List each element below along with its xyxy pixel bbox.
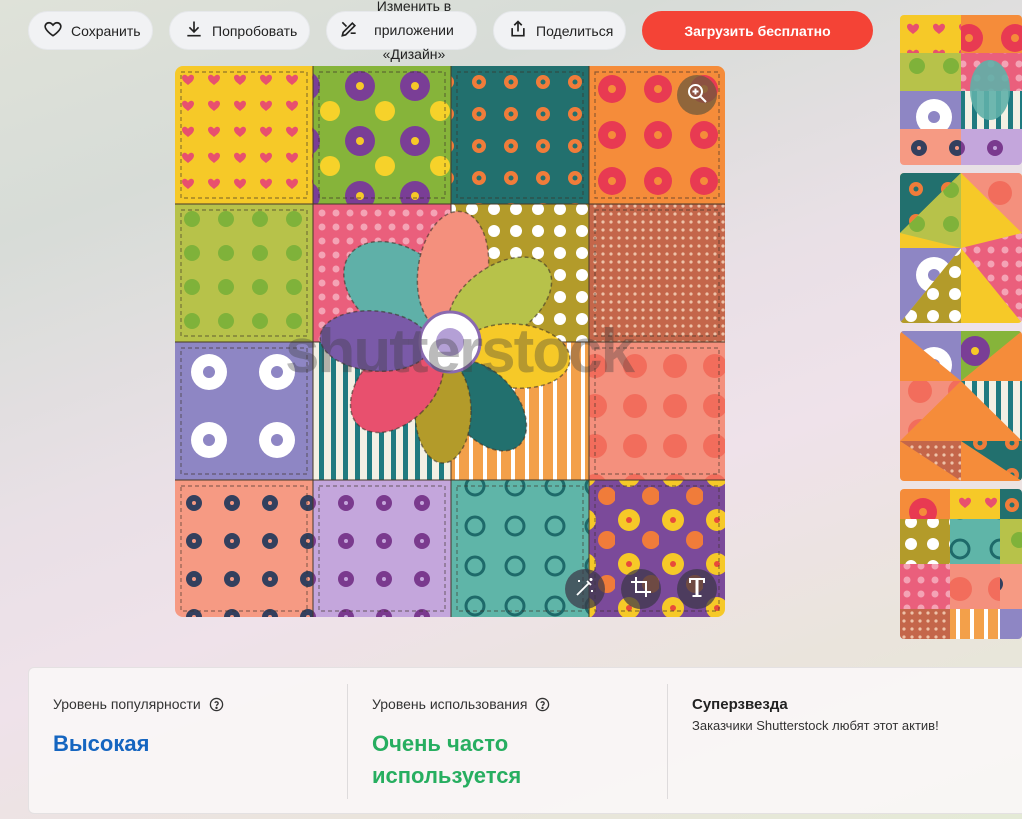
stat-divider [347, 684, 348, 799]
share-icon [508, 19, 528, 42]
download-free-label: Загрузить бесплатно [684, 22, 831, 39]
share-button[interactable]: Поделиться [493, 11, 626, 50]
action-toolbar: Сохранить Попробовать Изменить в приложе… [0, 0, 880, 62]
save-button[interactable]: Сохранить [28, 11, 153, 50]
question-circle-icon[interactable] [535, 697, 550, 712]
zoom-in-icon [685, 81, 709, 110]
superstar-description: Заказчики Shutterstock любят этот актив! [692, 718, 939, 733]
try-button[interactable]: Попробовать [169, 11, 310, 50]
question-circle-icon[interactable] [209, 697, 224, 712]
popularity-label-row: Уровень популярности [53, 696, 224, 712]
patchwork-quilt-image [175, 66, 725, 617]
text-icon [685, 575, 709, 604]
usage-value-line1: Очень часто [372, 731, 509, 756]
add-text-button[interactable] [677, 569, 717, 609]
similar-image-thumbnail[interactable] [900, 173, 1022, 323]
popularity-value: Высокая [53, 731, 150, 756]
similar-image-thumbnail[interactable] [900, 15, 1022, 165]
usage-label: Уровень использования [372, 696, 528, 712]
edit-design-icon [339, 19, 359, 42]
save-label: Сохранить [71, 22, 141, 39]
download-icon [184, 19, 204, 42]
design-label-line2: приложении [374, 22, 454, 38]
usage-value-line2: используется [372, 763, 522, 788]
superstar-title: Суперзвезда [692, 696, 788, 713]
share-label: Поделиться [536, 22, 614, 39]
try-label: Попробовать [212, 22, 298, 39]
popularity-label: Уровень популярности [53, 696, 201, 712]
similar-image-thumbnail[interactable] [900, 331, 1022, 481]
asset-stats-panel: Уровень популярности Высокая Уровень исп… [28, 667, 1022, 814]
design-label-line1: Изменить в [376, 0, 452, 14]
edit-in-design-button[interactable]: Изменить в приложении «Дизайн» [326, 0, 477, 62]
usage-value: Очень часто используется [372, 728, 521, 792]
similar-image-thumbnail[interactable] [900, 489, 1022, 639]
crop-icon [629, 575, 653, 604]
heart-icon [43, 19, 63, 42]
crop-button[interactable] [621, 569, 661, 609]
download-free-button[interactable]: Загрузить бесплатно [642, 11, 873, 50]
design-label-wrap: Изменить в приложении «Дизайн» [367, 0, 466, 62]
magic-wand-icon [573, 575, 597, 604]
zoom-in-button[interactable] [677, 75, 717, 115]
main-image-preview[interactable]: shutterstock [175, 66, 725, 617]
stat-divider [667, 684, 668, 799]
magic-edit-button[interactable] [565, 569, 605, 609]
usage-label-row: Уровень использования [372, 696, 550, 712]
design-label-line3: «Дизайн» [382, 46, 446, 62]
